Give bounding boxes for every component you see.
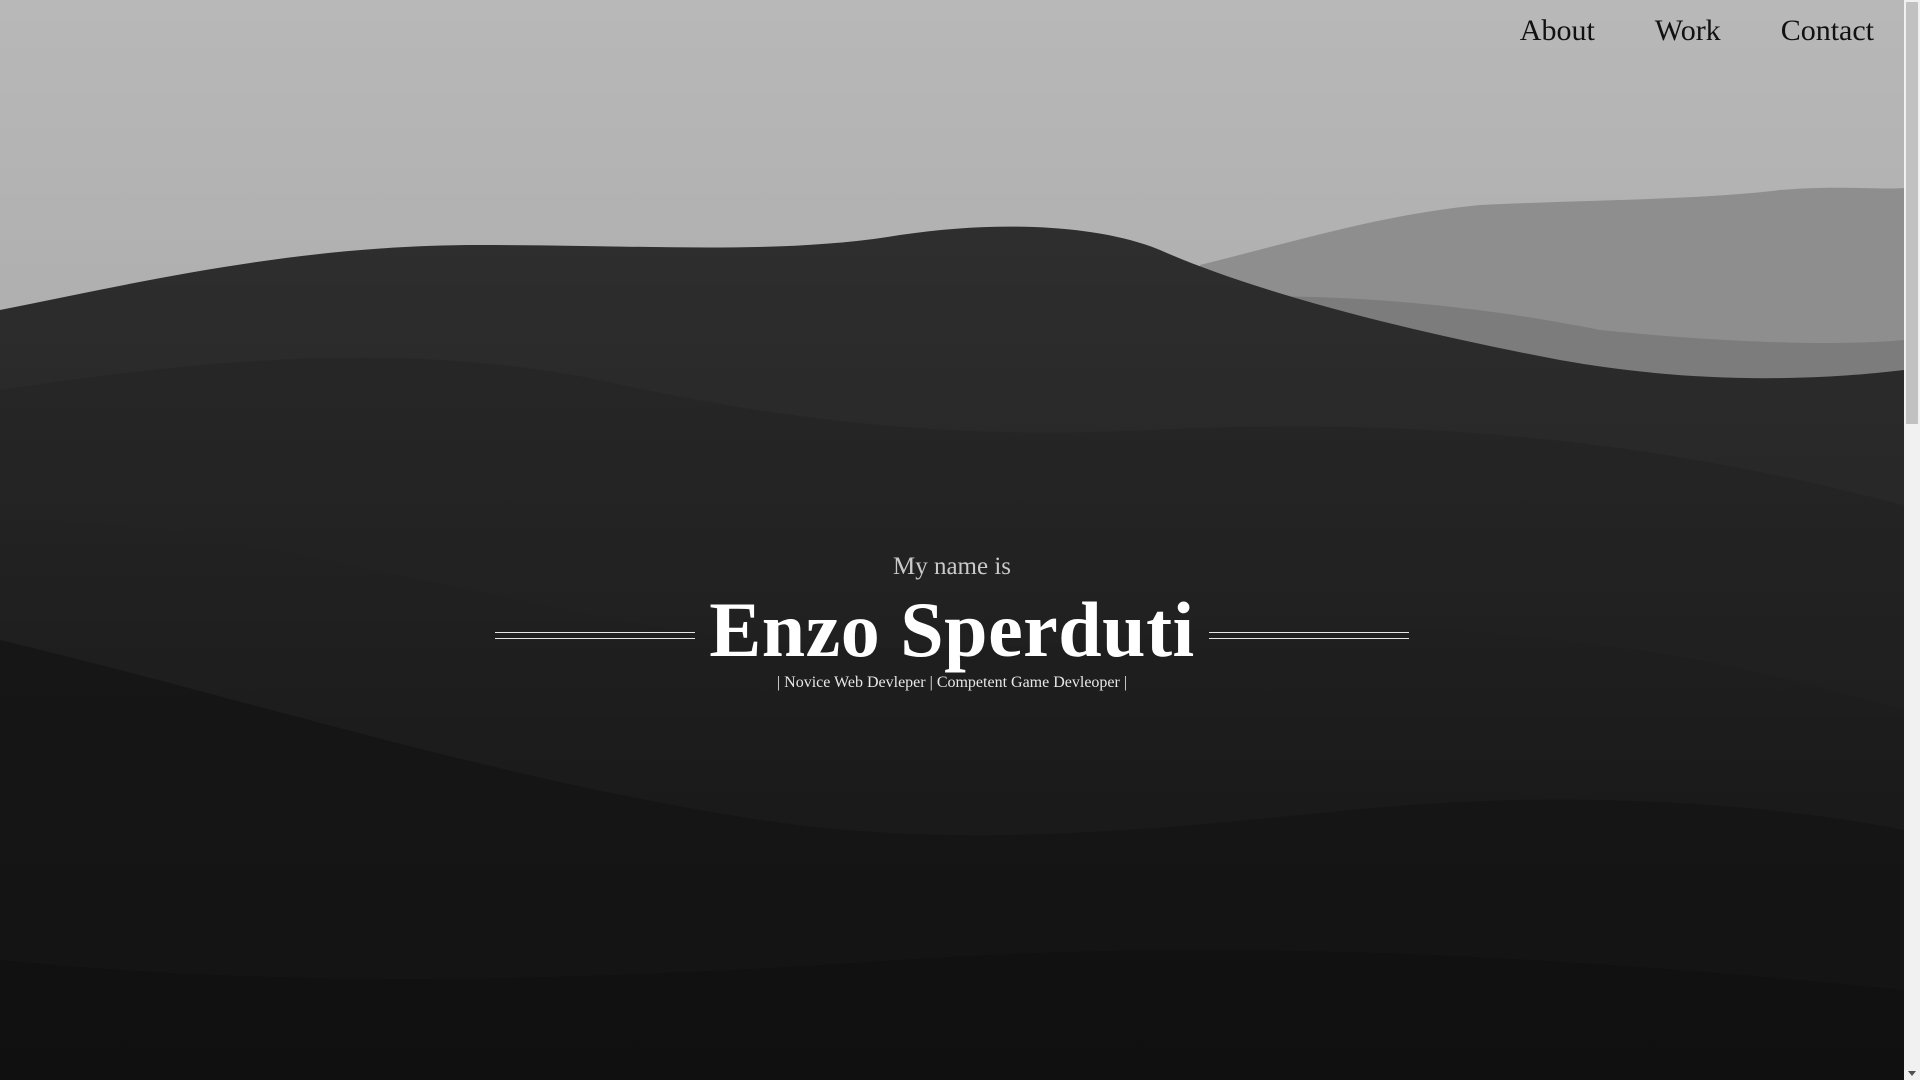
nav-link-about[interactable]: About: [1520, 14, 1595, 48]
scrollbar-thumb[interactable]: [1906, 2, 1918, 424]
intro-text: My name is: [892, 553, 1012, 580]
page-title: Enzo Sperduti: [709, 586, 1195, 673]
scroll-down-arrow-icon[interactable]: [1908, 1071, 1916, 1076]
top-nav: About Work Contact: [1520, 14, 1874, 48]
vertical-scrollbar[interactable]: [1904, 0, 1920, 1080]
desert-dunes-background: [0, 0, 1904, 1080]
nav-link-work[interactable]: Work: [1655, 14, 1721, 48]
hero-section: About Work Contact My name is Enzo Sperd…: [0, 0, 1904, 1080]
nav-link-contact[interactable]: Contact: [1781, 14, 1874, 48]
tagline: | Novice Web Devleper | Competent Game D…: [776, 674, 1128, 691]
right-divider: [1208, 631, 1409, 639]
left-divider: [495, 631, 696, 639]
name-heading-row: Enzo Sperduti: [0, 584, 1904, 676]
